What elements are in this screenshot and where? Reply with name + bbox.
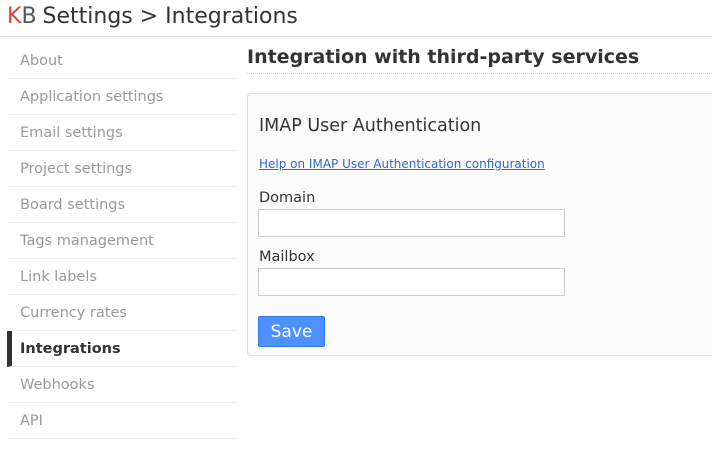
panel-title: IMAP User Authentication	[259, 116, 482, 136]
sidebar-item-label: Email settings	[20, 125, 123, 141]
domain-label: Domain	[259, 190, 316, 206]
sidebar-item-label: Integrations	[20, 341, 121, 357]
sidebar-item-label: Link labels	[20, 269, 97, 285]
help-link[interactable]: Help on IMAP User Authentication configu…	[259, 156, 545, 172]
sidebar-item-label: Tags management	[20, 233, 154, 249]
logo-b[interactable]: B	[21, 4, 36, 29]
page-heading: Settings > Integrations	[42, 4, 298, 29]
header-title: KB Settings > Integrations	[7, 3, 298, 31]
sidebar-item-link-labels[interactable]: Link labels	[7, 259, 237, 295]
sidebar-item-label: Application settings	[20, 89, 164, 105]
save-button[interactable]: Save	[258, 316, 325, 347]
sidebar: About Application settings Email setting…	[7, 43, 237, 439]
sidebar-item-about[interactable]: About	[7, 43, 237, 79]
sidebar-item-label: API	[20, 413, 43, 429]
logo-k[interactable]: K	[7, 4, 21, 29]
sidebar-item-tags-management[interactable]: Tags management	[7, 223, 237, 259]
header: KB Settings > Integrations	[0, 0, 712, 37]
sidebar-item-integrations[interactable]: Integrations	[7, 331, 237, 367]
sidebar-item-webhooks[interactable]: Webhooks	[7, 367, 237, 403]
sidebar-item-label: About	[20, 53, 63, 69]
sidebar-item-currency-rates[interactable]: Currency rates	[7, 295, 237, 331]
sidebar-item-application-settings[interactable]: Application settings	[7, 79, 237, 115]
sidebar-item-label: Project settings	[20, 161, 133, 177]
sidebar-item-project-settings[interactable]: Project settings	[7, 151, 237, 187]
sidebar-item-label: Webhooks	[20, 377, 95, 393]
settings-page: KB Settings > Integrations About Applicat…	[0, 0, 712, 458]
page-title: Integration with third-party services	[247, 44, 712, 74]
sidebar-item-email-settings[interactable]: Email settings	[7, 115, 237, 151]
mailbox-label: Mailbox	[259, 249, 315, 265]
sidebar-item-api[interactable]: API	[7, 403, 237, 439]
imap-auth-panel: IMAP User Authentication Help on IMAP Us…	[247, 93, 712, 356]
sidebar-item-label: Board settings	[20, 197, 126, 213]
sidebar-item-board-settings[interactable]: Board settings	[7, 187, 237, 223]
domain-input[interactable]	[258, 209, 565, 237]
mailbox-input[interactable]	[258, 268, 565, 296]
sidebar-item-label: Currency rates	[20, 305, 127, 321]
